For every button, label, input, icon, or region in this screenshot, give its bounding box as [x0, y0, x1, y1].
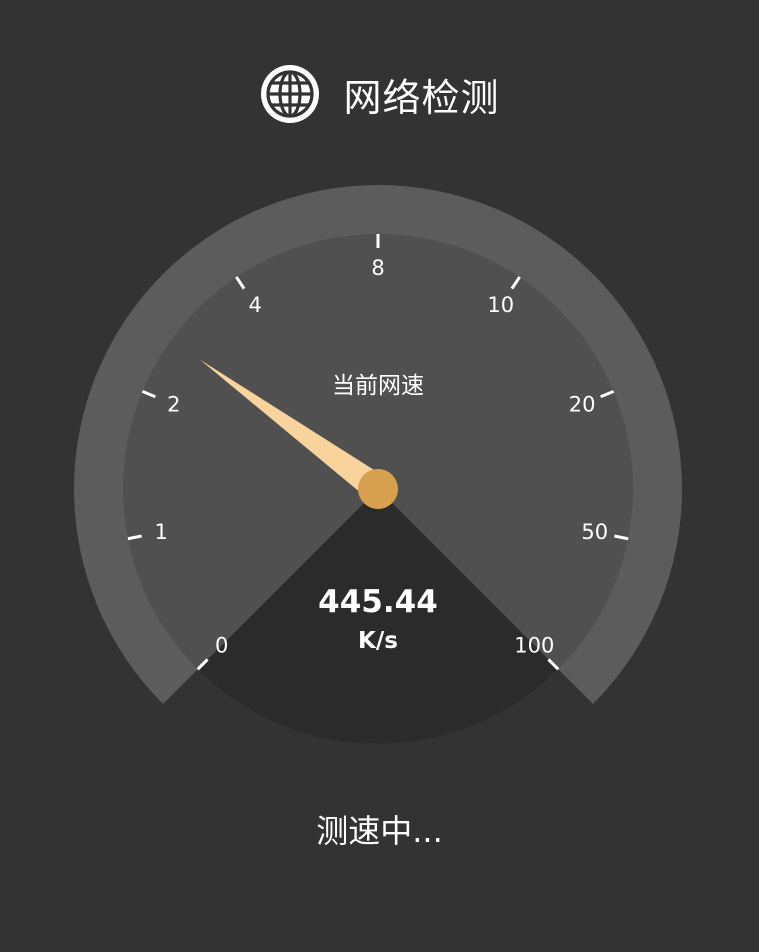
gauge-tick-label: 10 — [487, 293, 514, 317]
gauge-tick-label: 1 — [155, 520, 168, 544]
gauge-tick-label: 8 — [371, 256, 384, 280]
gauge-tick-label: 4 — [249, 293, 262, 317]
gauge-needle-hub — [358, 469, 398, 509]
gauge-caption: 当前网速 — [332, 373, 424, 399]
speed-value: 445.44 — [318, 584, 438, 620]
speed-test-screen: 网络检测 0 1 2 4 8 10 20 50 100 当前网速 445.44 K/s 测速中.… — [0, 0, 759, 952]
status-text: 测速中... — [316, 812, 443, 850]
gauge-tick-label: 0 — [215, 633, 228, 657]
gauge-tick-label: 50 — [581, 520, 608, 544]
gauge-tick-label: 100 — [514, 633, 554, 657]
gauge-tick-label: 20 — [569, 392, 596, 416]
gauge-tick-label: 2 — [167, 392, 180, 416]
speed-unit: K/s — [358, 628, 398, 654]
